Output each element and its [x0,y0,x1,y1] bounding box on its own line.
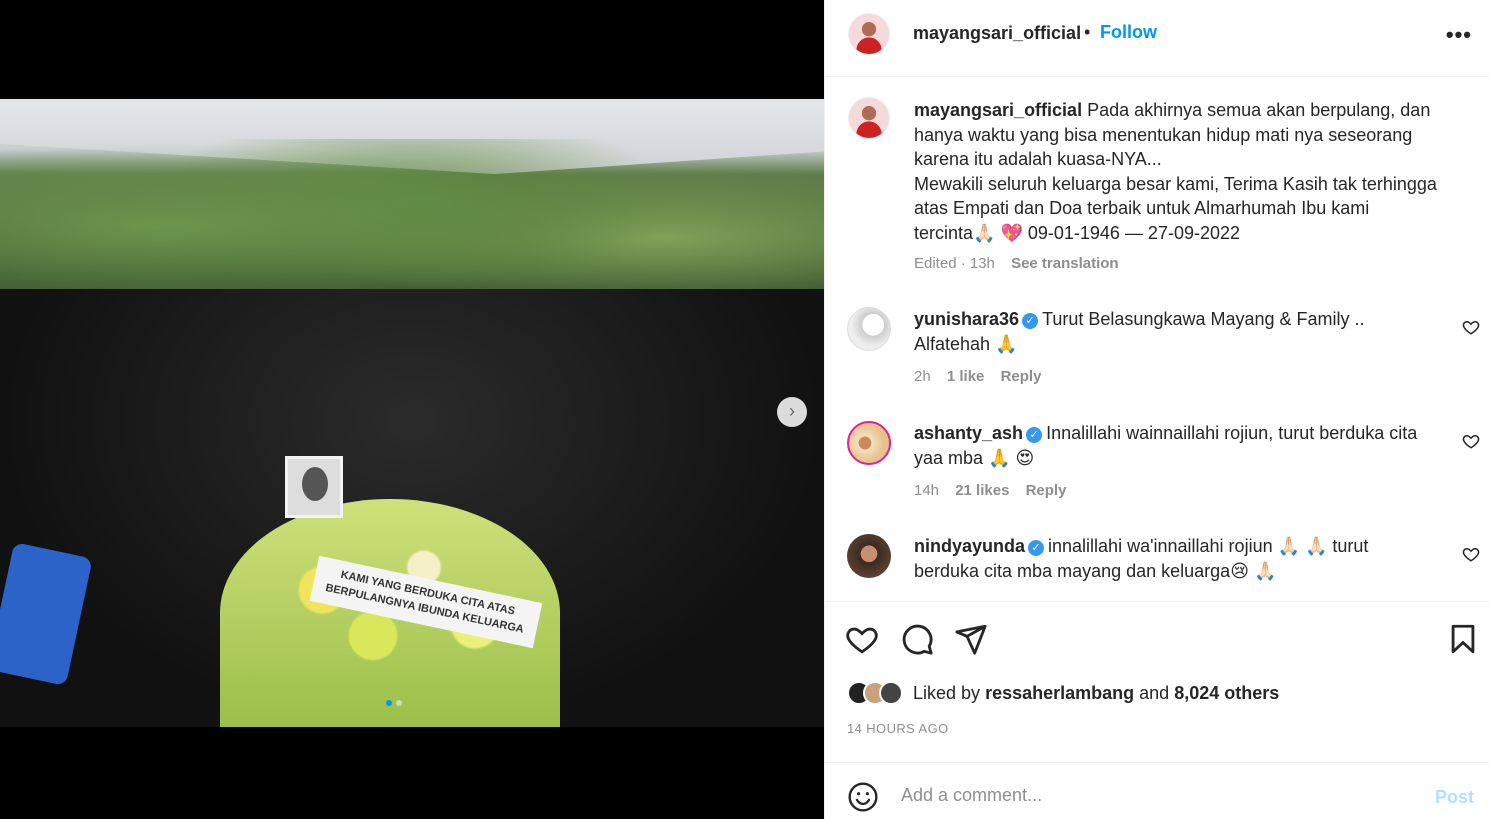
carousel-next-button[interactable]: › [777,397,807,427]
comment-text: ashanty_ash ✓ Innalillahi wainnaillahi roj… [914,421,1464,470]
post-comment-button[interactable]: Post [1435,787,1474,808]
comment-text: nindyayunda ✓ innalillahi wa'innaillahi ro… [914,534,1464,583]
caption-line-4: Mewakili seluruh keluarga besar kami, Te… [914,173,1437,194]
comment-line-2: berduka cita mba mayang dan keluarga😢 🙏🏻 [914,560,1277,581]
caption-text: mayangsari_official Pada akhirnya semua … [914,98,1464,245]
caption-avatar[interactable] [848,97,890,139]
add-comment-bar: Post [825,762,1489,819]
comment-time: 14h [914,482,940,499]
liker-username[interactable]: ressaherlambang [985,683,1134,704]
caption-edited-time: Edited · 13h [914,255,995,272]
comment-username[interactable]: ashanty_ash [914,423,1023,443]
like-heart-icon[interactable] [845,622,879,656]
comment-line-2: yaa mba 🙏 😍 [914,447,1035,468]
save-bookmark-icon[interactable] [1446,622,1480,656]
likes-middle: and [1139,682,1170,703]
post-media: KAMI YANG BERDUKA CITA ATAS BERPULANGNYA… [0,0,824,819]
more-options-icon[interactable]: ••• [1446,22,1472,48]
verified-badge-icon: ✓ [1028,540,1045,556]
caption-username[interactable]: mayangsari_official [914,100,1082,120]
likes-summary: Liked by ressaherlambang and 8,024 other… [847,678,1279,708]
follow-button[interactable]: Follow [1100,22,1157,43]
comment-item: yunishara36 ✓ Turut Belasungkawa Mayang & … [825,307,1489,397]
caption-line-1: Pada akhirnya semua akan berpulang, dan [1087,100,1431,120]
post-photo[interactable]: KAMI YANG BERDUKA CITA ATAS BERPULANGNYA… [0,99,824,727]
likes-others-link[interactable]: 8,024 others [1174,683,1279,704]
comment-like-heart-icon[interactable] [1462,545,1480,563]
comment-meta: 14h 21 likes Reply [914,482,1066,499]
post-header: mayangsari_official • Follow ••• [825,0,1489,77]
caption-line-3: karena itu adalah kuasa-NYA... [914,149,1162,169]
comment-line-1: innalillahi wa'innaillahi rojiun 🙏🏻 🙏🏻 t… [1048,536,1369,556]
likes-prefix: Liked by [913,682,981,703]
comment-line-1: Innalillahi wainnaillahi rojiun, turut b… [1046,423,1418,443]
comment-meta: 2h 1 like Reply [914,368,1041,385]
comment-line-1: Turut Belasungkawa Mayang & Family .. [1042,309,1365,329]
comment-text: yunishara36 ✓ Turut Belasungkawa Mayang & … [914,307,1464,356]
comment-time: 2h [914,368,931,385]
post-panel: mayangsari_official • Follow ••• mayangs… [824,0,1489,819]
comment-line-2: Alfatehah 🙏 [914,333,1018,354]
header-separator: • [1084,22,1091,42]
author-username[interactable]: mayangsari_official [913,23,1081,44]
comment-username[interactable]: nindyayunda [914,536,1025,556]
commenter-avatar[interactable] [847,307,891,351]
caption-line-5: atas Empati dan Doa terbaik untuk Almarh… [914,198,1370,218]
post-caption: mayangsari_official Pada akhirnya semua … [825,77,1489,297]
comment-reply-button[interactable]: Reply [1026,482,1067,499]
caption-meta: Edited · 13h See translation [914,255,1119,272]
comment-like-heart-icon[interactable] [1462,318,1480,336]
comment-item: nindyayunda ✓ innalillahi wa'innaillahi ro… [825,534,1489,594]
caption-line-2: hanya waktu yang bisa menentukan hidup m… [914,124,1413,145]
comment-like-heart-icon[interactable] [1462,432,1480,450]
share-icon[interactable] [954,622,988,656]
author-avatar[interactable] [848,13,890,55]
add-comment-input[interactable] [901,785,1401,806]
comment-icon[interactable] [900,622,934,656]
liker-avatar [879,681,903,705]
comment-likes[interactable]: 1 like [947,368,985,385]
photo-portrait [285,456,343,518]
carousel-dot [396,700,402,706]
see-translation-button[interactable]: See translation [1011,255,1119,272]
post-timestamp: 14 HOURS AGO [847,721,949,736]
carousel-dot-active [386,700,392,706]
comment-username[interactable]: yunishara36 [914,309,1019,329]
comment-item: ashanty_ash ✓ Innalillahi wainnaillahi roj… [825,421,1489,511]
verified-badge-icon: ✓ [1022,313,1039,329]
emoji-icon[interactable] [847,781,879,813]
comment-reply-button[interactable]: Reply [1001,368,1042,385]
commenter-avatar[interactable] [847,534,891,578]
post-actions [825,601,1489,661]
comment-likes[interactable]: 21 likes [955,482,1009,499]
caption-line-6: tercinta🙏🏻 💖 09-01-1946 — 27-09-2022 [914,222,1241,243]
verified-badge-icon: ✓ [1026,427,1043,443]
commenter-avatar[interactable] [847,421,891,465]
carousel-dots [386,700,402,706]
